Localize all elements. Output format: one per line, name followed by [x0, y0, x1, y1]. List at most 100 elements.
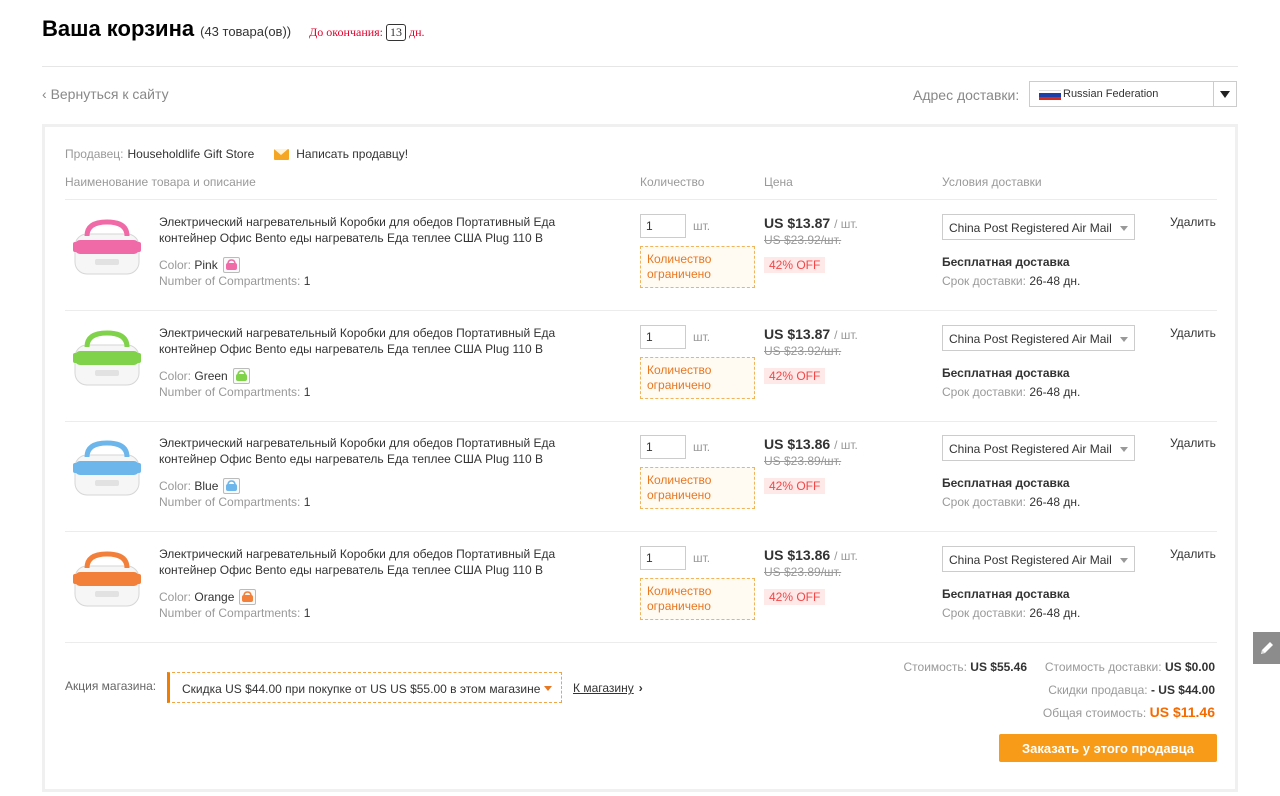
- quantity-input[interactable]: [640, 325, 686, 349]
- delivery-time-value: 26-48 дн.: [1029, 606, 1081, 620]
- quantity-limited-notice: Количество ограничено: [640, 357, 755, 399]
- color-swatch-icon: [223, 478, 241, 494]
- shipping-method-select[interactable]: China Post Registered Air Mail: [942, 435, 1135, 461]
- ship-to-label: Адрес доставки:: [913, 87, 1020, 103]
- subtotal-label: Стоимость:: [903, 660, 967, 674]
- quantity-input[interactable]: [640, 214, 686, 238]
- delivery-time: Срок доставки: 26-48 дн.: [942, 606, 1080, 620]
- contact-seller-link[interactable]: Написать продавцу!: [296, 147, 408, 161]
- envelope-icon[interactable]: [274, 148, 290, 160]
- free-shipping-label: Бесплатная доставка: [942, 587, 1070, 601]
- delivery-time: Срок доставки: 26-48 дн.: [942, 495, 1080, 509]
- cart-item-count: (43 товара(ов)): [200, 24, 292, 39]
- discount-badge: 42% OFF: [764, 257, 826, 273]
- remove-item-link[interactable]: Удалить: [1170, 215, 1216, 229]
- order-from-seller-button[interactable]: Заказать у этого продавца: [999, 734, 1217, 762]
- column-header-product: Наименование товара и описание: [65, 175, 256, 189]
- original-price: US $23.92/шт.: [764, 233, 842, 247]
- quantity-unit: шт.: [693, 440, 711, 454]
- unit-price: US $13.86 / шт.: [764, 547, 858, 563]
- deadline-unit: дн.: [409, 25, 425, 39]
- product-title-link[interactable]: Электрический нагревательный Коробки для…: [159, 214, 599, 246]
- product-title-link[interactable]: Электрический нагревательный Коробки для…: [159, 435, 599, 467]
- product-thumbnail[interactable]: [69, 214, 145, 284]
- color-attribute: Color: Orange: [159, 589, 257, 605]
- color-value: Blue: [194, 479, 219, 493]
- remove-item-link[interactable]: Удалить: [1170, 436, 1216, 450]
- back-to-site-link[interactable]: ‹ Вернуться к сайту: [42, 86, 169, 102]
- quantity-limited-notice: Количество ограничено: [640, 578, 755, 620]
- product-title-link[interactable]: Электрический нагревательный Коробки для…: [159, 546, 599, 578]
- lunchbox-mini-icon: [235, 370, 247, 381]
- shipping-method-select[interactable]: China Post Registered Air Mail: [942, 325, 1135, 351]
- delivery-time-value: 26-48 дн.: [1029, 495, 1081, 509]
- delivery-time-value: 26-48 дн.: [1029, 274, 1081, 288]
- caret-down-icon: [1120, 558, 1128, 563]
- cart-header: Ваша корзина (43 товара(ов)) До окончани…: [42, 16, 425, 46]
- seller-label: Продавец:: [65, 147, 124, 161]
- price-value: US $13.86: [764, 436, 831, 452]
- product-thumbnail[interactable]: [69, 325, 145, 395]
- cart-item-row: Электрический нагревательный Коробки для…: [45, 532, 1235, 642]
- promo-offer-text: Скидка US $44.00 при покупке от US US $5…: [182, 682, 541, 696]
- product-title-link[interactable]: Электрический нагревательный Коробки для…: [159, 325, 599, 357]
- original-price: US $23.92/шт.: [764, 344, 842, 358]
- total-line: Общая стоимость: US $11.46: [1043, 704, 1215, 720]
- subtotal-value: US $55.46: [970, 660, 1027, 674]
- original-price: US $23.89/шт.: [764, 565, 842, 579]
- quantity-limited-notice: Количество ограничено: [640, 246, 755, 288]
- dropdown-arrow-icon[interactable]: [1213, 82, 1236, 106]
- price-value: US $13.87: [764, 326, 831, 342]
- shipping-cost-label: Стоимость доставки:: [1044, 660, 1162, 674]
- free-shipping-label: Бесплатная доставка: [942, 255, 1070, 269]
- color-value: Green: [194, 369, 228, 383]
- product-thumbnail[interactable]: [69, 546, 145, 616]
- compartments-value: 1: [303, 606, 311, 620]
- country-name: Russian Federation: [1063, 88, 1159, 100]
- remove-item-link[interactable]: Удалить: [1170, 326, 1216, 340]
- discount-badge: 42% OFF: [764, 478, 826, 494]
- color-label: Color:: [159, 590, 192, 604]
- shipping-method-value: China Post Registered Air Mail: [949, 221, 1112, 235]
- quantity-unit: шт.: [693, 219, 711, 233]
- total-label: Общая стоимость:: [1042, 706, 1147, 720]
- shipping-method-select[interactable]: China Post Registered Air Mail: [942, 546, 1135, 572]
- seller-name-link[interactable]: Householdlife Gift Store: [128, 147, 255, 161]
- column-header-shipping: Условия доставки: [942, 175, 1042, 189]
- original-price: US $23.89/шт.: [764, 454, 842, 468]
- quantity-input[interactable]: [640, 435, 686, 459]
- color-label: Color:: [159, 369, 192, 383]
- chevron-left-icon: ‹: [42, 86, 51, 102]
- delivery-time-label: Срок доставки:: [942, 385, 1026, 399]
- shipping-method-select[interactable]: China Post Registered Air Mail: [942, 214, 1135, 240]
- price-per-unit: / шт.: [834, 328, 858, 342]
- color-attribute: Color: Green: [159, 368, 250, 384]
- compartments-attribute: Number of Compartments: 1: [159, 606, 310, 620]
- store-promo-select[interactable]: Скидка US $44.00 при покупке от US US $5…: [167, 672, 562, 703]
- color-attribute: Color: Pink: [159, 257, 240, 273]
- free-shipping-label: Бесплатная доставка: [942, 476, 1070, 490]
- deadline-label: До окончания:: [309, 25, 384, 39]
- delivery-time: Срок доставки: 26-48 дн.: [942, 274, 1080, 288]
- russia-flag-icon: [1039, 90, 1061, 100]
- unit-price: US $13.86 / шт.: [764, 436, 858, 452]
- price-value: US $13.87: [764, 215, 831, 231]
- cart-item-row: Электрический нагревательный Коробки для…: [45, 311, 1235, 421]
- color-label: Color:: [159, 479, 192, 493]
- product-thumbnail[interactable]: [69, 435, 145, 505]
- color-swatch-icon: [222, 257, 240, 273]
- quantity-unit: шт.: [693, 551, 711, 565]
- floating-edit-button[interactable]: [1253, 632, 1280, 664]
- chevron-right-icon: ›: [638, 681, 643, 695]
- price-per-unit: / шт.: [834, 217, 858, 231]
- unit-price: US $13.87 / шт.: [764, 326, 858, 342]
- quantity-input[interactable]: [640, 546, 686, 570]
- to-store-link[interactable]: К магазину ›: [573, 681, 643, 695]
- country-select[interactable]: Russian Federation: [1029, 81, 1237, 107]
- remove-item-link[interactable]: Удалить: [1170, 547, 1216, 561]
- color-swatch-icon: [239, 589, 257, 605]
- seller-discount-value: - US $44.00: [1150, 683, 1215, 697]
- free-shipping-label: Бесплатная доставка: [942, 366, 1070, 380]
- column-header-quantity: Количество: [640, 175, 705, 189]
- color-attribute: Color: Blue: [159, 478, 241, 494]
